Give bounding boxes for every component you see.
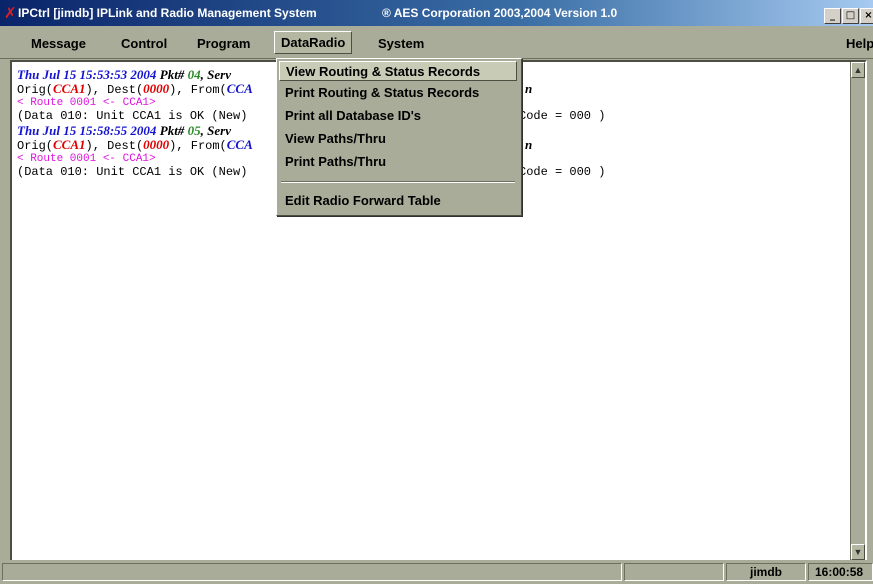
status-bar: jimdb 16:00:58 xyxy=(0,560,873,584)
menu-dataradio[interactable]: DataRadio xyxy=(274,31,353,54)
log-timestamp: Thu Jul 15 15:58:55 2004 xyxy=(17,123,157,138)
route-line: < Route 0001 <- CCA1> xyxy=(17,97,156,109)
menu-message[interactable]: Message xyxy=(31,36,86,51)
menu-item-label: Print Paths/Thru xyxy=(285,154,387,169)
menu-separator xyxy=(281,181,515,183)
print-database-ids-item[interactable]: Print all Database ID's xyxy=(279,106,517,126)
orig-value: CCA1 xyxy=(53,137,86,152)
view-paths-thru-item[interactable]: View Paths/Thru xyxy=(279,129,517,149)
minimize-button[interactable]: _ xyxy=(824,8,841,24)
dest-value: 0000 xyxy=(143,81,170,96)
from-label: ), From( xyxy=(169,139,227,153)
log-header-line: Thu Jul 15 15:58:55 2004 Pkt# 05, Serv xyxy=(17,124,231,138)
menu-item-label: Print Routing & Status Records xyxy=(285,85,480,100)
menu-help[interactable]: Help xyxy=(846,36,873,51)
pkt-number: 05 xyxy=(187,123,201,138)
pkt-number: 04 xyxy=(187,67,201,82)
data-line: (Data 010: Unit CCA1 is OK (New) xyxy=(17,109,248,123)
data-line: (Data 010: Unit CCA1 is OK (New) xyxy=(17,165,248,179)
menu-system[interactable]: System xyxy=(378,36,424,51)
title-bar: ✗ IPCtrl [jimdb] IPLink and Radio Manage… xyxy=(0,0,873,26)
edit-radio-forward-table-item[interactable]: Edit Radio Forward Table xyxy=(279,191,517,211)
code-text: Code = 000 ) xyxy=(519,109,606,123)
serv-label: , Serv xyxy=(200,123,231,138)
log-address-line: Orig(CCA1), Dest(0000), From(CCA xyxy=(17,137,253,154)
vertical-scrollbar[interactable]: ▲ ▼ xyxy=(850,62,865,560)
menu-item-label: Edit Radio Forward Table xyxy=(285,193,441,208)
copyright-text: ® AES Corporation 2003,2004 Version 1.0 xyxy=(382,6,618,20)
menu-item-label: Print all Database ID's xyxy=(285,108,422,123)
scroll-up-icon[interactable]: ▲ xyxy=(851,62,865,78)
orig-label: Orig( xyxy=(17,139,54,153)
dest-label: ), Dest( xyxy=(85,139,144,153)
route-line: < Route 0001 <- CCA1> xyxy=(17,153,156,165)
log-address-line: Orig(CCA1), Dest(0000), From(CCA xyxy=(17,81,253,98)
print-routing-status-item[interactable]: Print Routing & Status Records xyxy=(279,83,517,103)
pkt-label: Pkt# xyxy=(159,67,185,82)
scroll-down-icon[interactable]: ▼ xyxy=(851,544,865,560)
status-message xyxy=(2,563,622,581)
from-value: CCA xyxy=(226,81,253,96)
menu-bar: Message Control Program DataRadio System… xyxy=(0,26,873,59)
maximize-button[interactable]: □ xyxy=(842,8,859,24)
log-timestamp: Thu Jul 15 15:53:53 2004 xyxy=(17,67,157,82)
close-button[interactable]: × xyxy=(860,8,873,24)
from-value: CCA xyxy=(226,137,253,152)
dataradio-dropdown: View Routing & Status Records Print Rout… xyxy=(276,58,522,216)
orig-label: Orig( xyxy=(17,83,54,97)
menu-program[interactable]: Program xyxy=(197,36,250,51)
menu-control[interactable]: Control xyxy=(121,36,167,51)
window-title: IPCtrl [jimdb] IPLink and Radio Manageme… xyxy=(18,6,317,20)
serv-label: , Serv xyxy=(200,67,231,82)
dest-value: 0000 xyxy=(143,137,170,152)
status-empty xyxy=(624,563,724,581)
menu-item-label: View Routing & Status Records xyxy=(286,64,481,79)
log-header-line: Thu Jul 15 15:53:53 2004 Pkt# 04, Serv xyxy=(17,68,231,82)
orig-value: CCA1 xyxy=(53,81,86,96)
print-paths-thru-item[interactable]: Print Paths/Thru xyxy=(279,152,517,172)
status-user: jimdb xyxy=(726,563,806,581)
from-label: ), From( xyxy=(169,83,227,97)
view-routing-status-item[interactable]: View Routing & Status Records xyxy=(279,61,517,81)
dest-label: ), Dest( xyxy=(85,83,144,97)
window-controls: _ □ × xyxy=(823,5,873,24)
serv-tail: n xyxy=(525,137,533,152)
serv-tail: n xyxy=(525,81,533,96)
code-text: Code = 000 ) xyxy=(519,165,606,179)
menu-item-label: View Paths/Thru xyxy=(285,131,386,146)
x-icon[interactable]: ✗ xyxy=(4,4,17,22)
pkt-label: Pkt# xyxy=(159,123,185,138)
status-time: 16:00:58 xyxy=(808,563,873,581)
